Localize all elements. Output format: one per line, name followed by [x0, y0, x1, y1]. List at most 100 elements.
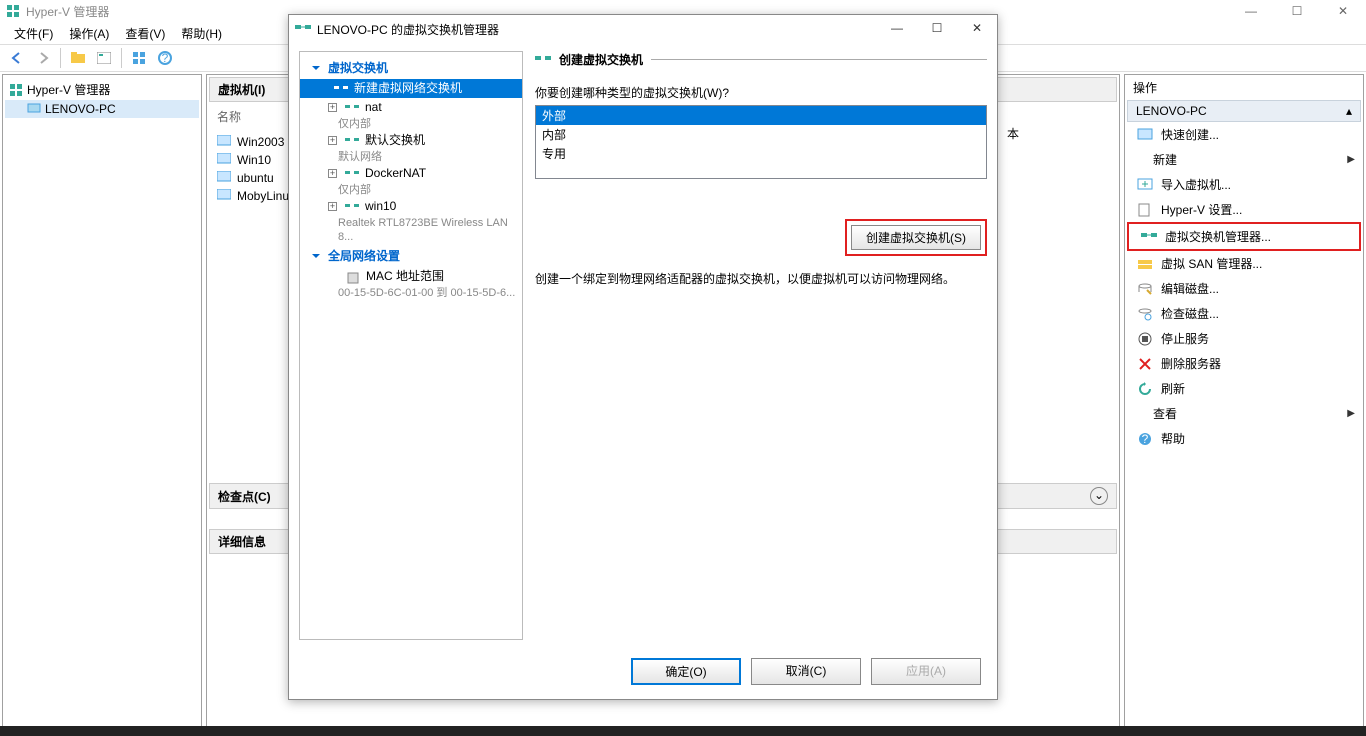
tree-group-global[interactable]: 全局网络设置 [300, 244, 522, 267]
action-vsan-manager[interactable]: 虚拟 SAN 管理器... [1125, 251, 1363, 276]
toolbar-folder-button[interactable] [67, 47, 89, 69]
svg-text:?: ? [1142, 432, 1149, 446]
menu-help[interactable]: 帮助(H) [175, 23, 228, 44]
edit-disk-icon [1137, 281, 1153, 297]
tree-switch-nat[interactable]: +nat [300, 98, 522, 117]
tree-mac-range[interactable]: MAC 地址范围 [300, 267, 522, 286]
main-title: Hyper-V 管理器 [26, 3, 109, 20]
cancel-button[interactable]: 取消(C) [751, 658, 861, 685]
tree-switch-nat-sub: 仅内部 [300, 117, 522, 131]
action-edit-disk[interactable]: 编辑磁盘... [1125, 276, 1363, 301]
action-new[interactable]: 新建▶ [1125, 147, 1363, 172]
dialog-footer: 确定(O) 取消(C) 应用(A) [289, 648, 997, 699]
dialog-close-button[interactable]: ✕ [957, 15, 997, 43]
hyperv-icon [9, 83, 23, 97]
submenu-arrow-icon: ▶ [1347, 408, 1355, 419]
actions-subheader[interactable]: LENOVO-PC ▴ [1127, 100, 1361, 122]
action-help[interactable]: ?帮助 [1125, 426, 1363, 451]
taskbar[interactable] [0, 726, 1366, 736]
nav-tree[interactable]: Hyper-V 管理器 LENOVO-PC [2, 74, 202, 734]
action-view[interactable]: 查看▶ [1125, 401, 1363, 426]
action-stop-service[interactable]: 停止服务 [1125, 326, 1363, 351]
settings-icon [1137, 202, 1153, 218]
description-text: 创建一个绑定到物理网络适配器的虚拟交换机，以便虚拟机可以访问物理网络。 [535, 270, 987, 288]
type-external[interactable]: 外部 [536, 106, 986, 125]
submenu-arrow-icon: ▶ [1347, 154, 1355, 165]
close-button[interactable]: ✕ [1320, 0, 1366, 22]
dialog-maximize-button[interactable]: ☐ [917, 15, 957, 43]
stop-icon [1137, 331, 1153, 347]
tree-switch-default-sub: 默认网络 [300, 150, 522, 164]
nav-fwd-button[interactable] [32, 47, 54, 69]
action-delete-server[interactable]: 删除服务器 [1125, 351, 1363, 376]
vm-icon [217, 153, 231, 167]
tree-switch-win10-sub: Realtek RTL8723BE Wireless LAN 8... [300, 216, 522, 244]
apply-button[interactable]: 应用(A) [871, 658, 981, 685]
switch-icon [295, 21, 311, 37]
tree-root[interactable]: Hyper-V 管理器 [5, 79, 199, 100]
expand-icon[interactable]: + [328, 136, 337, 145]
menu-view[interactable]: 查看(V) [119, 23, 171, 44]
switch-icon [345, 169, 359, 179]
refresh-icon [1137, 381, 1153, 397]
tree-switch-dockernat-sub: 仅内部 [300, 183, 522, 197]
svg-text:?: ? [162, 51, 169, 65]
dialog-title: LENOVO-PC 的虚拟交换机管理器 [317, 21, 499, 38]
vm-icon [217, 171, 231, 185]
collapse-icon[interactable]: ▴ [1346, 104, 1352, 118]
switch-type-list[interactable]: 外部 内部 专用 [535, 105, 987, 179]
action-inspect-disk[interactable]: 检查磁盘... [1125, 301, 1363, 326]
partial-text: 本 [1007, 125, 1019, 142]
prompt-label: 你要创建哪种类型的虚拟交换机(W)? [535, 84, 987, 101]
switch-icon [345, 136, 359, 146]
nav-back-button[interactable] [6, 47, 28, 69]
minimize-button[interactable]: — [1228, 0, 1274, 22]
toolbar-refresh-button[interactable] [128, 47, 150, 69]
action-quick-create[interactable]: 快速创建... [1125, 122, 1363, 147]
tree-mac-range-sub: 00-15-5D-6C-01-00 到 00-15-5D-6... [300, 286, 522, 300]
tree-switch-default[interactable]: +默认交换机 [300, 131, 522, 150]
toolbar-properties-button[interactable] [93, 47, 115, 69]
chevron-down-icon[interactable]: ⌄ [1090, 487, 1108, 505]
maximize-button[interactable]: ☐ [1274, 0, 1320, 22]
import-icon [1137, 177, 1153, 193]
tree-switch-win10[interactable]: +win10 [300, 197, 522, 216]
menu-action[interactable]: 操作(A) [63, 23, 115, 44]
type-internal[interactable]: 内部 [536, 125, 986, 144]
section-title: 创建虚拟交换机 [535, 51, 987, 68]
actions-pane: 操作 LENOVO-PC ▴ 快速创建... 新建▶ 导入虚拟机... Hype… [1124, 74, 1364, 734]
monitor-icon [1137, 127, 1153, 143]
switch-icon [1141, 229, 1157, 245]
highlight-box: 创建虚拟交换机(S) [845, 219, 987, 256]
dialog-nav-tree[interactable]: 虚拟交换机 新建虚拟网络交换机 +nat 仅内部 +默认交换机 默认网络 +Do… [299, 51, 523, 640]
tree-switch-dockernat[interactable]: +DockerNAT [300, 164, 522, 183]
expand-icon[interactable]: + [328, 103, 337, 112]
switch-icon [334, 84, 348, 94]
type-private[interactable]: 专用 [536, 144, 986, 163]
action-hyperv-settings[interactable]: Hyper-V 设置... [1125, 197, 1363, 222]
delete-icon [1137, 356, 1153, 372]
dialog-title-bar[interactable]: LENOVO-PC 的虚拟交换机管理器 — ☐ ✕ [289, 15, 997, 43]
tree-new-switch[interactable]: 新建虚拟网络交换机 [300, 79, 522, 98]
vm-icon [217, 135, 231, 149]
dialog-minimize-button[interactable]: — [877, 15, 917, 43]
tree-node-host[interactable]: LENOVO-PC [5, 100, 199, 118]
help-icon: ? [1137, 431, 1153, 447]
action-refresh[interactable]: 刷新 [1125, 376, 1363, 401]
vswitch-manager-dialog: LENOVO-PC 的虚拟交换机管理器 — ☐ ✕ 虚拟交换机 新建虚拟网络交换… [288, 14, 998, 700]
actions-title: 操作 [1125, 75, 1363, 100]
ok-button[interactable]: 确定(O) [631, 658, 741, 685]
toolbar-help-button[interactable]: ? [154, 47, 176, 69]
san-icon [1137, 256, 1153, 272]
switch-icon [345, 103, 359, 113]
action-import-vm[interactable]: 导入虚拟机... [1125, 172, 1363, 197]
create-switch-button[interactable]: 创建虚拟交换机(S) [851, 225, 981, 250]
menu-file[interactable]: 文件(F) [8, 23, 59, 44]
vm-icon [217, 189, 231, 203]
expand-icon[interactable]: + [328, 202, 337, 211]
app-icon [6, 4, 20, 18]
switch-icon [535, 52, 551, 68]
tree-group-switches[interactable]: 虚拟交换机 [300, 56, 522, 79]
expand-icon[interactable]: + [328, 169, 337, 178]
action-vswitch-manager[interactable]: 虚拟交换机管理器... [1127, 222, 1361, 251]
